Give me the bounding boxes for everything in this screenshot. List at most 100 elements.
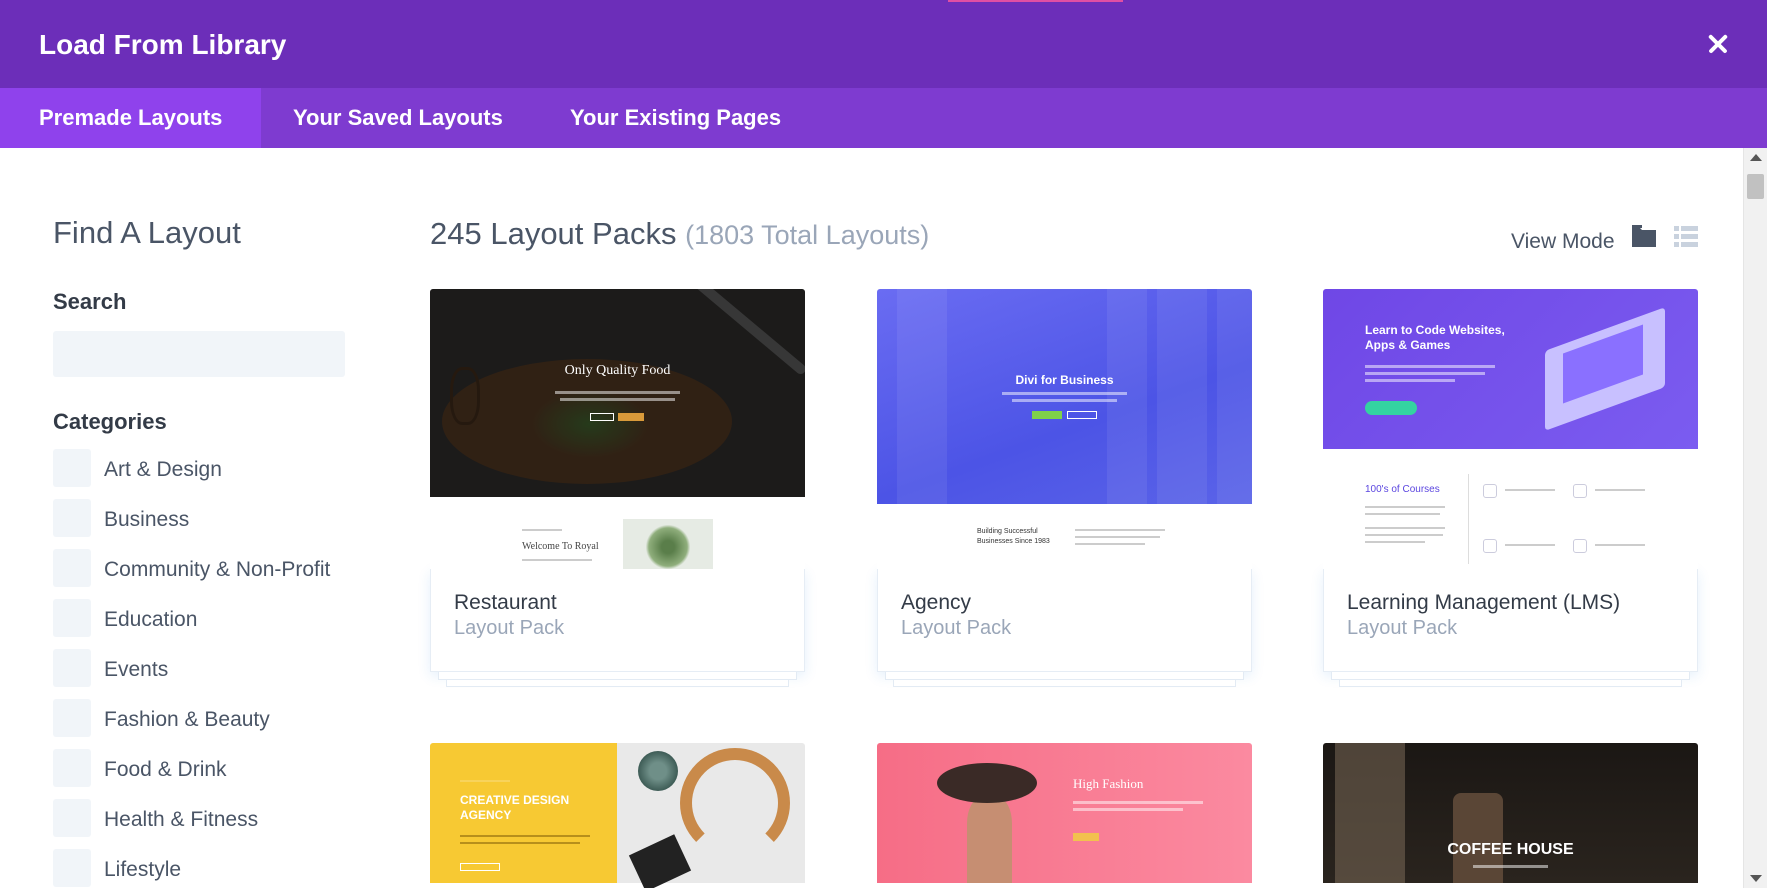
category-business[interactable]: Business <box>53 498 373 548</box>
category-lifestyle[interactable]: Lifestyle <box>53 848 373 888</box>
thumb-divider <box>1468 474 1469 564</box>
category-education[interactable]: Education <box>53 598 373 648</box>
thumb-text-line <box>1595 544 1645 546</box>
thumb-text-line <box>1505 489 1555 491</box>
category-checkbox[interactable] <box>53 649 91 687</box>
sidebar-title: Find A Layout <box>53 215 241 250</box>
thumb-title: High Fashion <box>1073 776 1144 791</box>
layout-card-restaurant[interactable]: Only Quality Food Welcome To Royal Resta… <box>430 289 805 687</box>
category-checkbox[interactable] <box>53 449 91 487</box>
course-icon <box>1483 539 1497 553</box>
thumb-subtitle: 100's of Courses <box>1365 484 1440 495</box>
building-image <box>1107 289 1147 504</box>
thumb-button <box>460 863 500 871</box>
thumb-text-line <box>1595 489 1645 491</box>
thumb-hero <box>877 743 1252 883</box>
category-checkbox[interactable] <box>53 699 91 737</box>
modal-title: Load From Library <box>39 29 287 60</box>
card-thumbnail[interactable]: COFFEE HOUSE <box>1323 743 1698 888</box>
modal-header: Load From Library <box>0 0 1767 88</box>
card-stack-shadow <box>893 680 1236 687</box>
card-title: Restaurant <box>454 591 557 614</box>
course-icon <box>1483 484 1497 498</box>
thumb-button <box>1032 411 1062 419</box>
thumb-text-line <box>1365 379 1455 382</box>
thumb-subtitle: Building Successful Businesses Since 198… <box>977 528 1050 545</box>
thumb-text-line <box>560 398 675 401</box>
category-food-drink[interactable]: Food & Drink <box>53 748 373 798</box>
tab-premade-layouts[interactable]: Premade Layouts <box>0 88 262 148</box>
thumb-section <box>1323 449 1698 569</box>
category-label: Health & Fitness <box>104 808 259 831</box>
thumb-title: Only Quality Food <box>564 363 671 378</box>
thumb-text-line <box>1075 529 1165 531</box>
thumb-button <box>1073 833 1099 841</box>
thumb-text-line <box>1365 534 1443 536</box>
categories-label: Categories <box>53 409 167 434</box>
card-subtitle: Layout Pack <box>901 617 1012 639</box>
scroll-down-icon[interactable] <box>1750 875 1762 882</box>
search-input[interactable] <box>53 331 345 377</box>
card-thumbnail[interactable]: CREATIVE DESIGN AGENCY <box>430 743 805 888</box>
tab-your-existing-pages[interactable]: Your Existing Pages <box>531 88 820 148</box>
category-art-design[interactable]: Art & Design <box>53 448 373 498</box>
thumb-text-line <box>1075 543 1145 545</box>
thumb-text-line <box>1473 865 1548 868</box>
scroll-up-icon[interactable] <box>1750 154 1762 161</box>
thumb-text-line <box>1073 808 1183 811</box>
hat-image <box>937 763 1037 803</box>
scrollbar-thumb[interactable] <box>1747 174 1764 199</box>
category-events[interactable]: Events <box>53 648 373 698</box>
tab-your-saved-layouts[interactable]: Your Saved Layouts <box>254 88 542 148</box>
card-thumbnail[interactable]: Divi for Business Building Successful Bu… <box>877 289 1252 569</box>
thumb-title: COFFEE HOUSE <box>1447 841 1574 858</box>
category-label: Art & Design <box>104 458 222 481</box>
layout-card-learning-management[interactable]: Learn to Code Websites, Apps & Games 100… <box>1323 289 1698 687</box>
view-mode-label: View Mode <box>1511 230 1615 253</box>
thumb-text-line <box>1073 801 1203 804</box>
layout-card-high-fashion[interactable]: High Fashion <box>877 743 1252 888</box>
headphones-image <box>680 748 790 858</box>
thumb-text-line <box>555 391 680 394</box>
category-label: Fashion & Beauty <box>104 708 270 731</box>
card-stack-shadow <box>446 680 789 687</box>
category-checkbox[interactable] <box>53 499 91 537</box>
layout-card-agency[interactable]: Divi for Business Building Successful Bu… <box>877 289 1252 687</box>
category-checkbox[interactable] <box>53 849 91 887</box>
grinder-image <box>1453 793 1503 883</box>
vertical-scrollbar[interactable] <box>1743 148 1767 888</box>
card-thumbnail[interactable]: Learn to Code Websites, Apps & Games 100… <box>1323 289 1698 569</box>
thumb-text-line <box>1365 506 1445 508</box>
category-label: Education <box>104 608 198 631</box>
card-subtitle: Layout Pack <box>454 617 565 639</box>
category-label: Events <box>104 658 169 681</box>
card-title: Agency <box>901 591 972 614</box>
building-image <box>1157 289 1207 504</box>
thumb-text-line <box>1075 536 1160 538</box>
category-checkbox[interactable] <box>53 599 91 637</box>
grid-view-icon[interactable] <box>1631 224 1657 248</box>
card-thumbnail[interactable]: Only Quality Food Welcome To Royal <box>430 289 805 569</box>
category-fashion-beauty[interactable]: Fashion & Beauty <box>53 698 373 748</box>
layout-card-creative-agency[interactable]: CREATIVE DESIGN AGENCY <box>430 743 805 888</box>
thumb-text-line <box>522 559 592 561</box>
thumb-text-line <box>1365 372 1485 375</box>
thumb-text-line <box>522 529 562 531</box>
category-checkbox[interactable] <box>53 549 91 587</box>
close-icon[interactable] <box>1700 26 1736 62</box>
thumb-section <box>430 497 805 569</box>
card-thumbnail[interactable]: High Fashion <box>877 743 1252 888</box>
course-icon <box>1573 539 1587 553</box>
card-stack-shadow <box>885 672 1244 680</box>
layout-card-coffee-house[interactable]: COFFEE HOUSE <box>1323 743 1698 888</box>
category-health-fitness[interactable]: Health & Fitness <box>53 798 373 848</box>
coffee-bag-image <box>1335 743 1405 883</box>
category-checkbox[interactable] <box>53 749 91 787</box>
plant-image <box>623 519 713 569</box>
thumb-text-line <box>460 835 590 837</box>
thumb-button <box>590 413 614 421</box>
category-checkbox[interactable] <box>53 799 91 837</box>
packs-count: 245 Layout Packs <box>430 216 677 251</box>
list-view-icon[interactable] <box>1674 225 1698 249</box>
category-community-non-profit[interactable]: Community & Non-Profit <box>53 548 373 598</box>
